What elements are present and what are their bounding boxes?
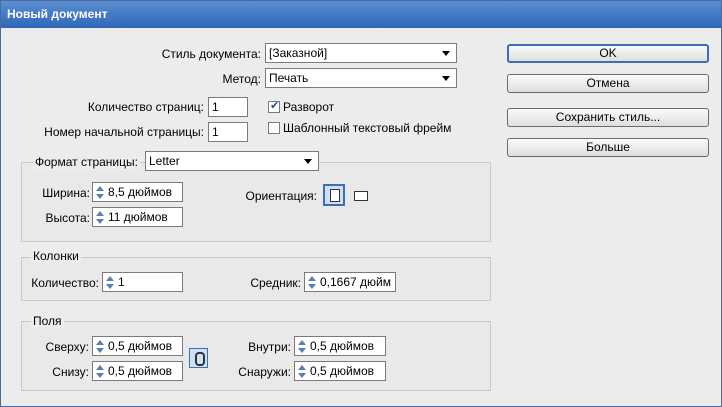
inside-margin-label: Внутри:: [248, 340, 291, 354]
page-format-label: Формат страницы:: [33, 154, 140, 170]
document-style-label: Стиль документа:: [161, 47, 261, 61]
columns-count-stepper[interactable]: 1: [102, 272, 183, 292]
portrait-orientation-icon[interactable]: [323, 184, 345, 206]
outside-margin-value: 0,5 дюймов: [310, 364, 375, 378]
stepper-arrows-icon[interactable]: [296, 338, 308, 354]
gutter-label: Средник:: [250, 276, 301, 290]
columns-count-value: 1: [118, 275, 125, 289]
stepper-arrows-icon[interactable]: [296, 363, 308, 379]
width-value: 8,5 дюймов: [108, 185, 173, 199]
text-frame-label: Шаблонный текстовый фрейм: [283, 121, 452, 135]
start-page-label: Номер начальной страницы:: [44, 125, 204, 139]
landscape-orientation-icon[interactable]: [352, 187, 370, 204]
height-stepper[interactable]: 11 дюймов: [92, 207, 183, 227]
orientation-label: Ориентация:: [245, 189, 317, 203]
width-stepper[interactable]: 8,5 дюймов: [92, 182, 183, 202]
height-label: Высота:: [45, 211, 90, 225]
top-margin-value: 0,5 дюймов: [108, 339, 173, 353]
chevron-down-icon: [304, 159, 312, 164]
spread-label: Разворот: [283, 100, 335, 114]
document-style-select[interactable]: [Заказной]: [265, 43, 457, 63]
page-count-input[interactable]: 1: [208, 97, 248, 117]
top-margin-stepper[interactable]: 0,5 дюймов: [92, 336, 183, 356]
text-frame-checkbox[interactable]: [268, 122, 280, 134]
cancel-button[interactable]: Отмена: [507, 74, 709, 93]
stepper-arrows-icon[interactable]: [94, 209, 106, 225]
stepper-arrows-icon[interactable]: [306, 274, 318, 290]
stepper-arrows-icon[interactable]: [94, 184, 106, 200]
stepper-arrows-icon[interactable]: [94, 363, 106, 379]
method-value: Печать: [269, 71, 309, 85]
inside-margin-stepper[interactable]: 0,5 дюймов: [294, 336, 386, 356]
start-page-input[interactable]: 1: [208, 122, 248, 142]
margins-title: Поля: [31, 314, 64, 328]
new-document-dialog: Новый документ Стиль документа: [Заказно…: [0, 0, 722, 407]
bottom-margin-stepper[interactable]: 0,5 дюймов: [92, 361, 183, 381]
bottom-margin-value: 0,5 дюймов: [108, 364, 173, 378]
spread-checkbox[interactable]: [268, 99, 280, 113]
height-value: 11 дюймов: [108, 210, 168, 224]
stepper-arrows-icon[interactable]: [104, 274, 116, 290]
width-label: Ширина:: [42, 186, 90, 200]
ok-button[interactable]: OK: [507, 44, 709, 63]
page-format-value: Letter: [149, 154, 180, 168]
chevron-down-icon: [442, 51, 450, 56]
gutter-value: 0,1667 дюйм: [320, 275, 391, 289]
document-style-value: [Заказной]: [269, 46, 328, 60]
page-format-select[interactable]: Letter: [145, 151, 319, 171]
method-label: Метод:: [222, 72, 261, 86]
inside-margin-value: 0,5 дюймов: [310, 339, 375, 353]
gutter-stepper[interactable]: 0,1667 дюйм: [304, 272, 396, 292]
outside-margin-label: Снаружи:: [238, 365, 291, 379]
bottom-margin-label: Снизу:: [52, 365, 89, 379]
top-margin-label: Сверху:: [45, 340, 89, 354]
chevron-down-icon: [442, 76, 450, 81]
columns-title: Колонки: [31, 249, 81, 263]
stepper-arrows-icon[interactable]: [94, 338, 106, 354]
method-select[interactable]: Печать: [265, 68, 457, 88]
page-count-label: Количество страниц:: [87, 100, 204, 114]
dialog-title: Новый документ: [1, 1, 721, 28]
save-style-button[interactable]: Сохранить стиль...: [507, 108, 709, 127]
columns-count-label: Количество:: [31, 276, 99, 290]
outside-margin-stepper[interactable]: 0,5 дюймов: [294, 361, 386, 381]
chain-link-icon[interactable]: [189, 348, 208, 368]
more-button[interactable]: Больше: [507, 138, 709, 157]
